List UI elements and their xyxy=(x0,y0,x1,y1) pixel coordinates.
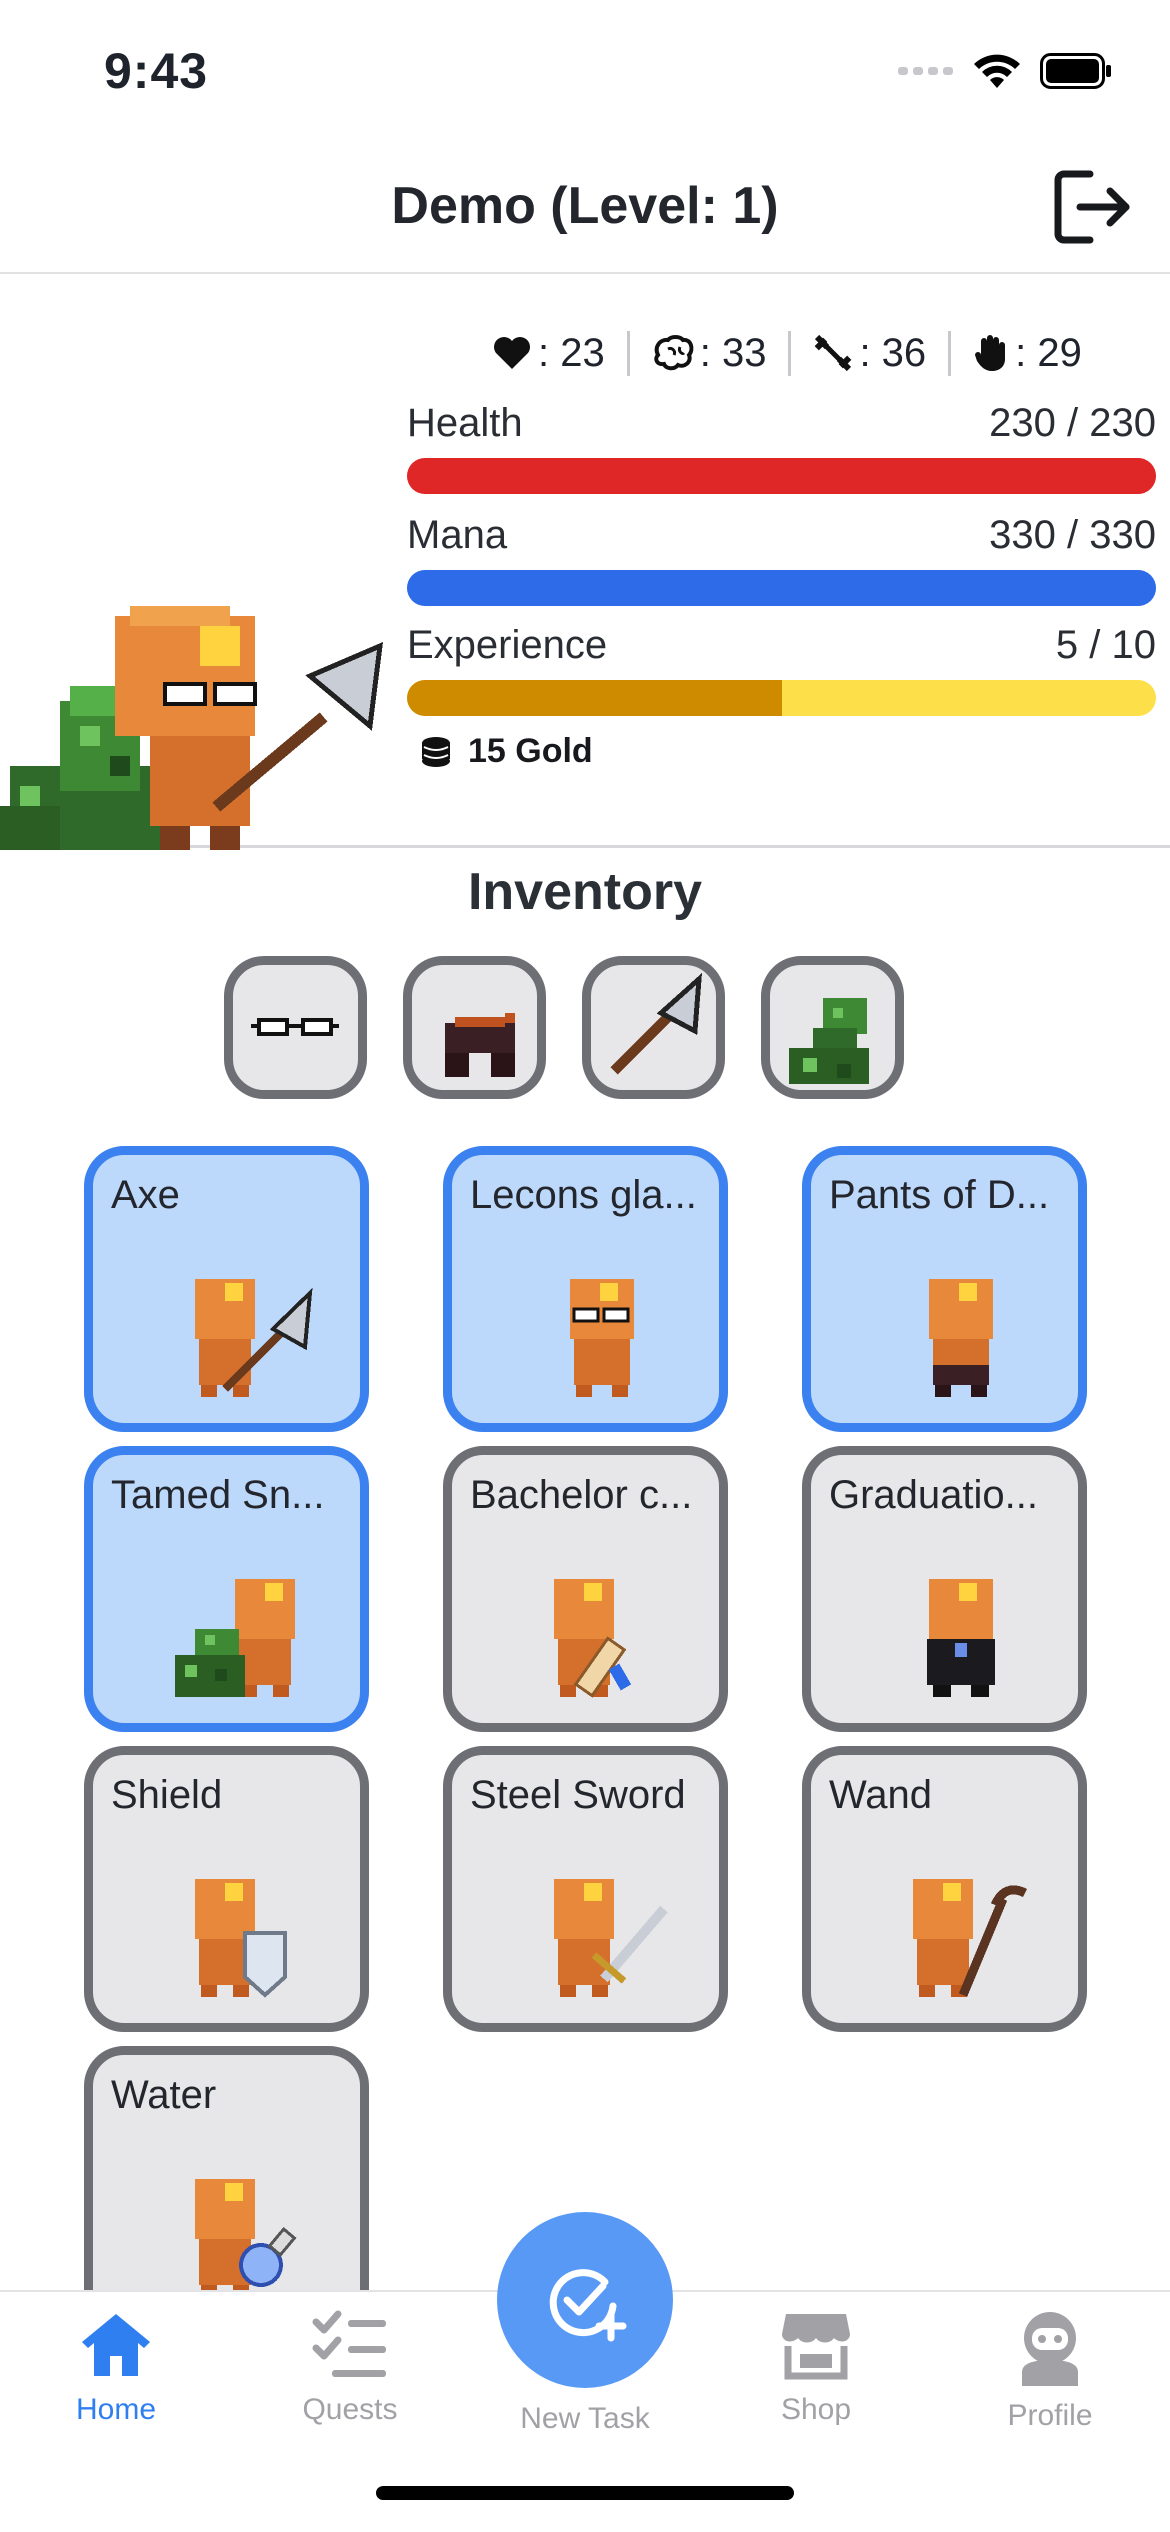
axe-icon xyxy=(609,972,702,1075)
character-panel: : 23 : 33 : 36 : 29 Health 230 / 230 Man… xyxy=(0,276,1170,850)
inventory-title: Inventory xyxy=(467,863,703,921)
status-icons xyxy=(898,52,1112,90)
tab-home-label: Home xyxy=(75,2393,157,2426)
new-task-button[interactable] xyxy=(497,2212,673,2388)
inventory-item-tamed-snake[interactable]: Tamed Sn... xyxy=(84,1446,369,1732)
tab-new-task-label: New Task xyxy=(520,2402,650,2435)
item-label: Bachelor c... xyxy=(470,1473,693,1517)
character-with-potion-sprite xyxy=(195,2179,297,2297)
status-time: 9:43 xyxy=(104,43,209,99)
brain-icon xyxy=(653,335,694,371)
character-avatar xyxy=(0,606,384,850)
stat-value: : 33 xyxy=(699,330,767,375)
mana-bar-track xyxy=(407,570,1156,606)
health-bar-fill xyxy=(407,458,1156,494)
item-label: Steel Sword xyxy=(470,1773,686,1817)
checklist-icon xyxy=(312,2310,386,2377)
battery-icon xyxy=(1040,53,1111,89)
check-plus-icon xyxy=(549,2269,627,2342)
tab-quests-label: Quests xyxy=(302,2393,398,2426)
logout-icon xyxy=(1054,170,1130,244)
experience-value: 5 / 10 xyxy=(1055,623,1156,667)
character-with-glasses-sprite xyxy=(570,1279,634,1397)
home-indicator xyxy=(376,2486,794,2500)
health-bar: Health 230 / 230 xyxy=(407,398,1156,494)
wifi-icon xyxy=(974,54,1020,88)
character-with-snake-sprite xyxy=(175,1579,295,1697)
tab-profile[interactable]: Profile xyxy=(950,2310,1150,2433)
coins-icon xyxy=(422,736,450,767)
page-title: Demo (Level: 1) xyxy=(391,177,779,235)
stat-value: : 29 xyxy=(1015,330,1082,375)
tab-shop[interactable]: Shop xyxy=(716,2310,916,2427)
stat-intelligence: : 33 xyxy=(626,330,789,376)
health-label: Health xyxy=(407,401,523,445)
experience-bar-fill xyxy=(407,680,782,716)
mana-value: 330 / 330 xyxy=(989,513,1156,557)
item-label: Graduatio... xyxy=(829,1473,1039,1517)
equipped-slots xyxy=(224,956,904,1099)
dumbbell-icon xyxy=(815,334,852,372)
character-with-pants-sprite xyxy=(929,1279,993,1397)
item-label: Water xyxy=(111,2073,217,2117)
tab-shop-label: Shop xyxy=(780,2393,852,2426)
character-with-wand-sprite xyxy=(913,1879,1028,1997)
mana-bar: Mana 330 / 330 xyxy=(407,510,1156,606)
experience-label: Experience xyxy=(407,623,608,667)
item-label: Lecons gla... xyxy=(470,1173,697,1217)
pants-icon xyxy=(444,1012,515,1077)
experience-bar: Experience 5 / 10 xyxy=(407,620,1156,716)
cellular-signal-icon xyxy=(898,67,953,75)
inventory-grid: Axe Lecons gla... Pants of D... Tamed Sn… xyxy=(84,1146,1094,2332)
inventory-item-bachelor[interactable]: Bachelor c... xyxy=(443,1446,728,1732)
equipped-slot-pants[interactable] xyxy=(403,956,546,1099)
tab-quests[interactable]: Quests xyxy=(250,2310,450,2427)
stat-strength: : 36 xyxy=(788,330,948,376)
gold-balance: 15 Gold xyxy=(418,732,593,771)
character-with-gown-sprite xyxy=(927,1579,995,1697)
character-with-axe-sprite xyxy=(195,1279,313,1397)
inventory-item-shield[interactable]: Shield xyxy=(84,1746,369,2032)
character-with-shield-sprite xyxy=(195,1879,287,1998)
inventory-item-glasses[interactable]: Lecons gla... xyxy=(443,1146,728,1432)
logout-button[interactable] xyxy=(1050,164,1136,250)
app-header: Demo (Level: 1) xyxy=(0,140,1170,274)
inventory-item-steel-sword[interactable]: Steel Sword xyxy=(443,1746,728,2032)
item-label: Shield xyxy=(111,1773,223,1817)
gold-text: 15 Gold xyxy=(468,732,593,770)
stat-value: : 36 xyxy=(859,330,927,375)
character-with-sword-sprite xyxy=(554,1879,668,1997)
tab-home[interactable]: Home xyxy=(16,2310,216,2427)
shop-icon xyxy=(782,2314,850,2380)
inventory-item-pants[interactable]: Pants of D... xyxy=(802,1146,1087,1432)
stat-dexterity: : 29 xyxy=(948,330,1104,376)
tab-profile-label: Profile xyxy=(1007,2399,1093,2432)
item-label: Tamed Sn... xyxy=(111,1473,325,1517)
equipped-slot-glasses[interactable] xyxy=(224,956,367,1099)
snake-icon xyxy=(788,997,869,1084)
glasses-icon xyxy=(250,1017,339,1036)
mana-label: Mana xyxy=(407,513,508,557)
stat-health-points: : 23 xyxy=(470,331,627,376)
astronaut-icon xyxy=(1022,2312,1078,2386)
character-with-diploma-sprite xyxy=(554,1579,632,1698)
health-value: 230 / 230 xyxy=(989,401,1156,445)
item-label: Wand xyxy=(829,1773,933,1817)
item-label: Axe xyxy=(111,1173,180,1217)
health-bar-track xyxy=(407,458,1156,494)
heart-icon xyxy=(494,337,530,369)
status-bar: 9:43 xyxy=(0,0,1170,140)
equipped-slot-axe[interactable] xyxy=(582,956,725,1099)
attribute-stats: : 23 : 33 : 36 : 29 xyxy=(470,328,1104,378)
inventory-item-axe[interactable]: Axe xyxy=(84,1146,369,1432)
home-icon xyxy=(82,2314,150,2376)
equipped-slot-snake[interactable] xyxy=(761,956,904,1099)
inventory-item-graduation[interactable]: Graduatio... xyxy=(802,1446,1087,1732)
stat-value: : 23 xyxy=(538,330,605,375)
mana-bar-fill xyxy=(407,570,1156,606)
experience-bar-track xyxy=(407,680,1156,716)
hand-icon xyxy=(975,335,1006,371)
item-label: Pants of D... xyxy=(829,1173,1050,1217)
inventory-item-wand[interactable]: Wand xyxy=(802,1746,1087,2032)
